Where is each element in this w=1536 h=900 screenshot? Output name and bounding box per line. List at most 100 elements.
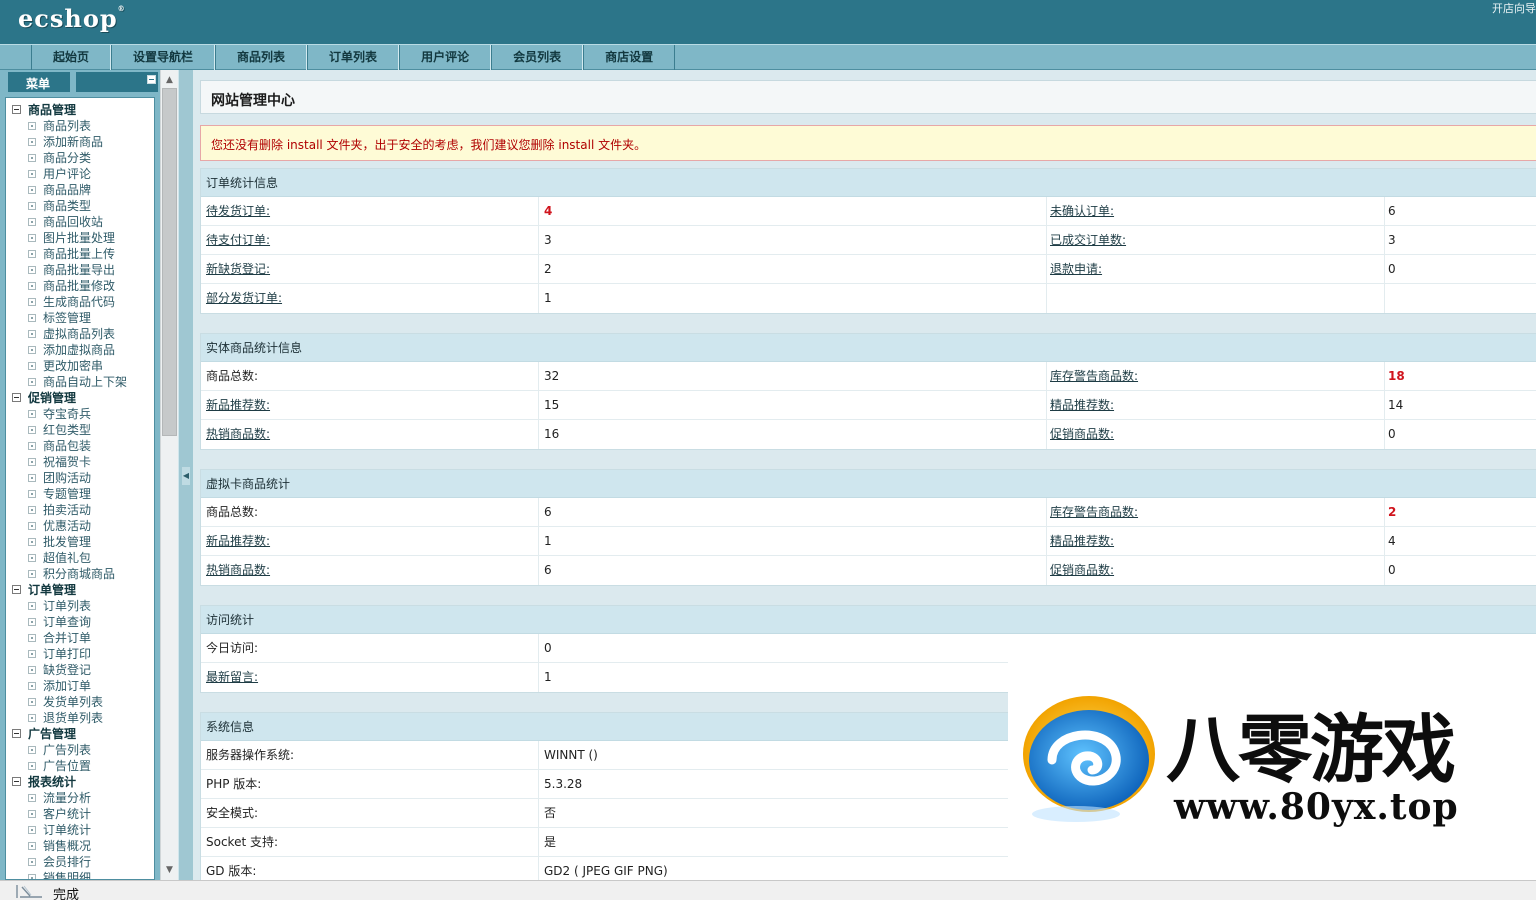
menu-item[interactable]: 商品包装 xyxy=(6,438,154,454)
new-stockout-link[interactable]: 新缺货登记: xyxy=(206,255,270,283)
menu-item-label: 商品自动上下架 xyxy=(43,375,128,389)
menu-item[interactable]: 订单列表 xyxy=(6,598,154,614)
nav-tab-goods-list[interactable]: 商品列表 xyxy=(215,45,308,70)
minus-box-icon[interactable] xyxy=(12,105,21,114)
scroll-down-arrow-icon[interactable]: ▼ xyxy=(161,862,178,878)
menu-item[interactable]: 添加虚拟商品 xyxy=(6,342,154,358)
menu-item[interactable]: 商品回收站 xyxy=(6,214,154,230)
stock-warning-link[interactable]: 库存警告商品数: xyxy=(1050,362,1138,390)
menu-item[interactable]: 用户评论 xyxy=(6,166,154,182)
completed-orders-link[interactable]: 已成交订单数: xyxy=(1050,226,1126,254)
menu-item[interactable]: 发货单列表 xyxy=(6,694,154,710)
menu-item[interactable]: 合并订单 xyxy=(6,630,154,646)
virtual-promo-goods-link[interactable]: 促销商品数: xyxy=(1050,556,1114,584)
menu-item[interactable]: 订单查询 xyxy=(6,614,154,630)
menu-item[interactable]: 商品批量上传 xyxy=(6,246,154,262)
menu-item[interactable]: 销售概况 xyxy=(6,838,154,854)
menu-item-label: 商品回收站 xyxy=(43,215,104,229)
menu-item[interactable]: 商品列表 xyxy=(6,118,154,134)
today-visits-label: 今日访问: xyxy=(206,641,259,655)
minus-box-icon[interactable] xyxy=(12,777,21,786)
menu-group[interactable]: 订单管理 xyxy=(6,582,154,598)
best-recommended-link[interactable]: 精品推荐数: xyxy=(1050,391,1114,419)
hot-goods-link[interactable]: 热销商品数: xyxy=(206,420,270,448)
menu-item[interactable]: 优惠活动 xyxy=(6,518,154,534)
collapse-icon[interactable] xyxy=(147,75,156,84)
new-recommended-link[interactable]: 新品推荐数: xyxy=(206,391,270,419)
menu-item[interactable]: 积分商城商品 xyxy=(6,566,154,582)
menu-group[interactable]: 报表统计 xyxy=(6,774,154,790)
minus-box-icon[interactable] xyxy=(12,585,21,594)
pending-shipment-link[interactable]: 待发货订单: xyxy=(206,197,270,225)
minus-box-icon[interactable] xyxy=(12,393,21,402)
promo-goods-link[interactable]: 促销商品数: xyxy=(1050,420,1114,448)
virtual-best-recommended-link[interactable]: 精品推荐数: xyxy=(1050,527,1114,555)
menu-item[interactable]: 批发管理 xyxy=(6,534,154,550)
nav-tab-order-list[interactable]: 订单列表 xyxy=(307,45,400,70)
nav-tab-user-comments[interactable]: 用户评论 xyxy=(399,45,492,70)
menu-item[interactable]: 商品批量修改 xyxy=(6,278,154,294)
menu-item[interactable]: 夺宝奇兵 xyxy=(6,406,154,422)
menu-item[interactable]: 红包类型 xyxy=(6,422,154,438)
unconfirmed-orders-link[interactable]: 未确认订单: xyxy=(1050,197,1114,225)
menu-item[interactable]: 缺货登记 xyxy=(6,662,154,678)
virtual-new-recommended-link[interactable]: 新品推荐数: xyxy=(206,527,270,555)
frame-splitter[interactable]: ◀ xyxy=(178,70,193,880)
menu-item[interactable]: 更改加密串 xyxy=(6,358,154,374)
menu-group[interactable]: 广告管理 xyxy=(6,726,154,742)
menu-item[interactable]: 拍卖活动 xyxy=(6,502,154,518)
menu-item[interactable]: 标签管理 xyxy=(6,310,154,326)
virtual-stock-warning-link[interactable]: 库存警告商品数: xyxy=(1050,498,1138,526)
pending-payment-link[interactable]: 待支付订单: xyxy=(206,226,270,254)
menu-item[interactable]: 虚拟商品列表 xyxy=(6,326,154,342)
minus-box-icon[interactable] xyxy=(12,729,21,738)
menu-item[interactable]: 商品品牌 xyxy=(6,182,154,198)
partial-shipment-link[interactable]: 部分发货订单: xyxy=(206,284,282,312)
menu-item[interactable]: 生成商品代码 xyxy=(6,294,154,310)
scroll-up-arrow-icon[interactable]: ▲ xyxy=(161,72,178,88)
scrollbar-thumb[interactable] xyxy=(162,88,177,436)
collapse-left-arrow-icon[interactable]: ◀ xyxy=(182,467,190,485)
menu-item-label: 商品批量修改 xyxy=(43,279,116,293)
menu-item[interactable]: 商品分类 xyxy=(6,150,154,166)
menu-item[interactable]: 会员排行 xyxy=(6,854,154,870)
menu-item[interactable]: 客户统计 xyxy=(6,806,154,822)
menu-item[interactable]: 专题管理 xyxy=(6,486,154,502)
menu-item[interactable]: 销售明细 xyxy=(6,870,154,879)
top-header: ecshop® 开店向导 xyxy=(0,0,1536,44)
menu-item[interactable]: 广告位置 xyxy=(6,758,154,774)
dot-box-icon xyxy=(28,698,36,706)
menu-item[interactable]: 订单统计 xyxy=(6,822,154,838)
menu-item[interactable]: 商品类型 xyxy=(6,198,154,214)
refund-requests-link[interactable]: 退款申请: xyxy=(1050,255,1102,283)
menu-item[interactable]: 祝福贺卡 xyxy=(6,454,154,470)
page-header: 网站管理中心 xyxy=(200,80,1536,114)
menu-item[interactable]: 添加新商品 xyxy=(6,134,154,150)
nav-tab-nav-settings[interactable]: 设置导航栏 xyxy=(111,45,216,70)
latest-messages-link[interactable]: 最新留言: xyxy=(206,663,258,691)
dot-box-icon xyxy=(28,426,36,434)
sidebar-scrollbar[interactable]: ▲ ▼ xyxy=(160,70,178,880)
menu-item[interactable]: 广告列表 xyxy=(6,742,154,758)
menu-item[interactable]: 流量分析 xyxy=(6,790,154,806)
menu-item[interactable]: 超值礼包 xyxy=(6,550,154,566)
virtual-hot-goods-link[interactable]: 热销商品数: xyxy=(206,556,270,584)
menu-item[interactable]: 商品批量导出 xyxy=(6,262,154,278)
menu-item[interactable]: 订单打印 xyxy=(6,646,154,662)
virtual-total-count: 6 xyxy=(544,505,552,519)
server-os-label: 服务器操作系统: xyxy=(206,748,295,762)
menu-item[interactable]: 团购活动 xyxy=(6,470,154,486)
safe-mode-value: 否 xyxy=(544,806,557,820)
nav-tab-start-page[interactable]: 起始页 xyxy=(31,45,112,70)
menu-item[interactable]: 商品自动上下架 xyxy=(6,374,154,390)
shop-wizard-link[interactable]: 开店向导 xyxy=(1492,0,1536,16)
ecshop-logo[interactable]: ecshop® xyxy=(18,4,126,33)
menu-item[interactable]: 退货单列表 xyxy=(6,710,154,726)
nav-tab-shop-settings[interactable]: 商店设置 xyxy=(583,45,676,70)
nav-tab-member-list[interactable]: 会员列表 xyxy=(491,45,584,70)
menu-item[interactable]: 图片批量处理 xyxy=(6,230,154,246)
refund-requests-count: 0 xyxy=(1388,262,1396,276)
menu-item[interactable]: 添加订单 xyxy=(6,678,154,694)
menu-group[interactable]: 商品管理 xyxy=(6,102,154,118)
menu-group[interactable]: 促销管理 xyxy=(6,390,154,406)
